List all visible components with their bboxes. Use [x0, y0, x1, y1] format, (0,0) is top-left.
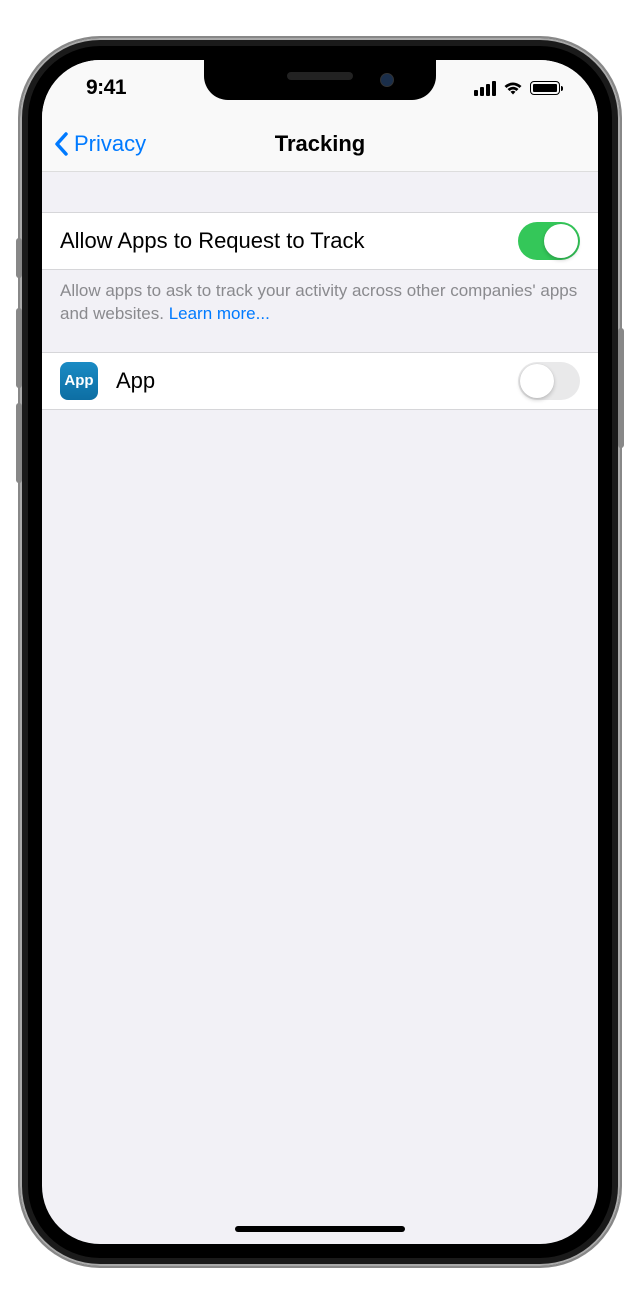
power-button: [618, 328, 624, 448]
allow-tracking-toggle[interactable]: [518, 222, 580, 260]
navigation-bar: Privacy Tracking: [42, 116, 598, 172]
content: Allow Apps to Request to Track Allow app…: [42, 172, 598, 410]
app-tracking-row: App App: [42, 352, 598, 410]
back-label: Privacy: [74, 131, 146, 157]
section-footer: Allow apps to ask to track your activity…: [42, 270, 598, 352]
mute-switch: [16, 238, 22, 278]
app-icon: App: [60, 362, 98, 400]
wifi-icon: [503, 81, 523, 96]
battery-icon: [530, 81, 560, 95]
status-indicators: [474, 81, 560, 96]
front-camera: [380, 73, 394, 87]
screen: 9:41 Pri: [42, 60, 598, 1244]
home-indicator[interactable]: [235, 1226, 405, 1232]
cellular-signal-icon: [474, 81, 496, 96]
notch: [204, 60, 436, 100]
footer-description: Allow apps to ask to track your activity…: [60, 281, 577, 323]
back-button[interactable]: Privacy: [54, 131, 146, 157]
chevron-left-icon: [54, 132, 70, 156]
allow-tracking-label: Allow Apps to Request to Track: [60, 228, 518, 254]
learn-more-link[interactable]: Learn more...: [169, 304, 270, 323]
speaker-grille: [287, 72, 353, 80]
app-name-label: App: [116, 368, 518, 394]
allow-apps-request-track-row: Allow Apps to Request to Track: [42, 212, 598, 270]
status-time: 9:41: [86, 76, 126, 100]
app-tracking-toggle[interactable]: [518, 362, 580, 400]
volume-up-button: [16, 308, 22, 388]
volume-down-button: [16, 403, 22, 483]
phone-frame: 9:41 Pri: [20, 38, 620, 1266]
